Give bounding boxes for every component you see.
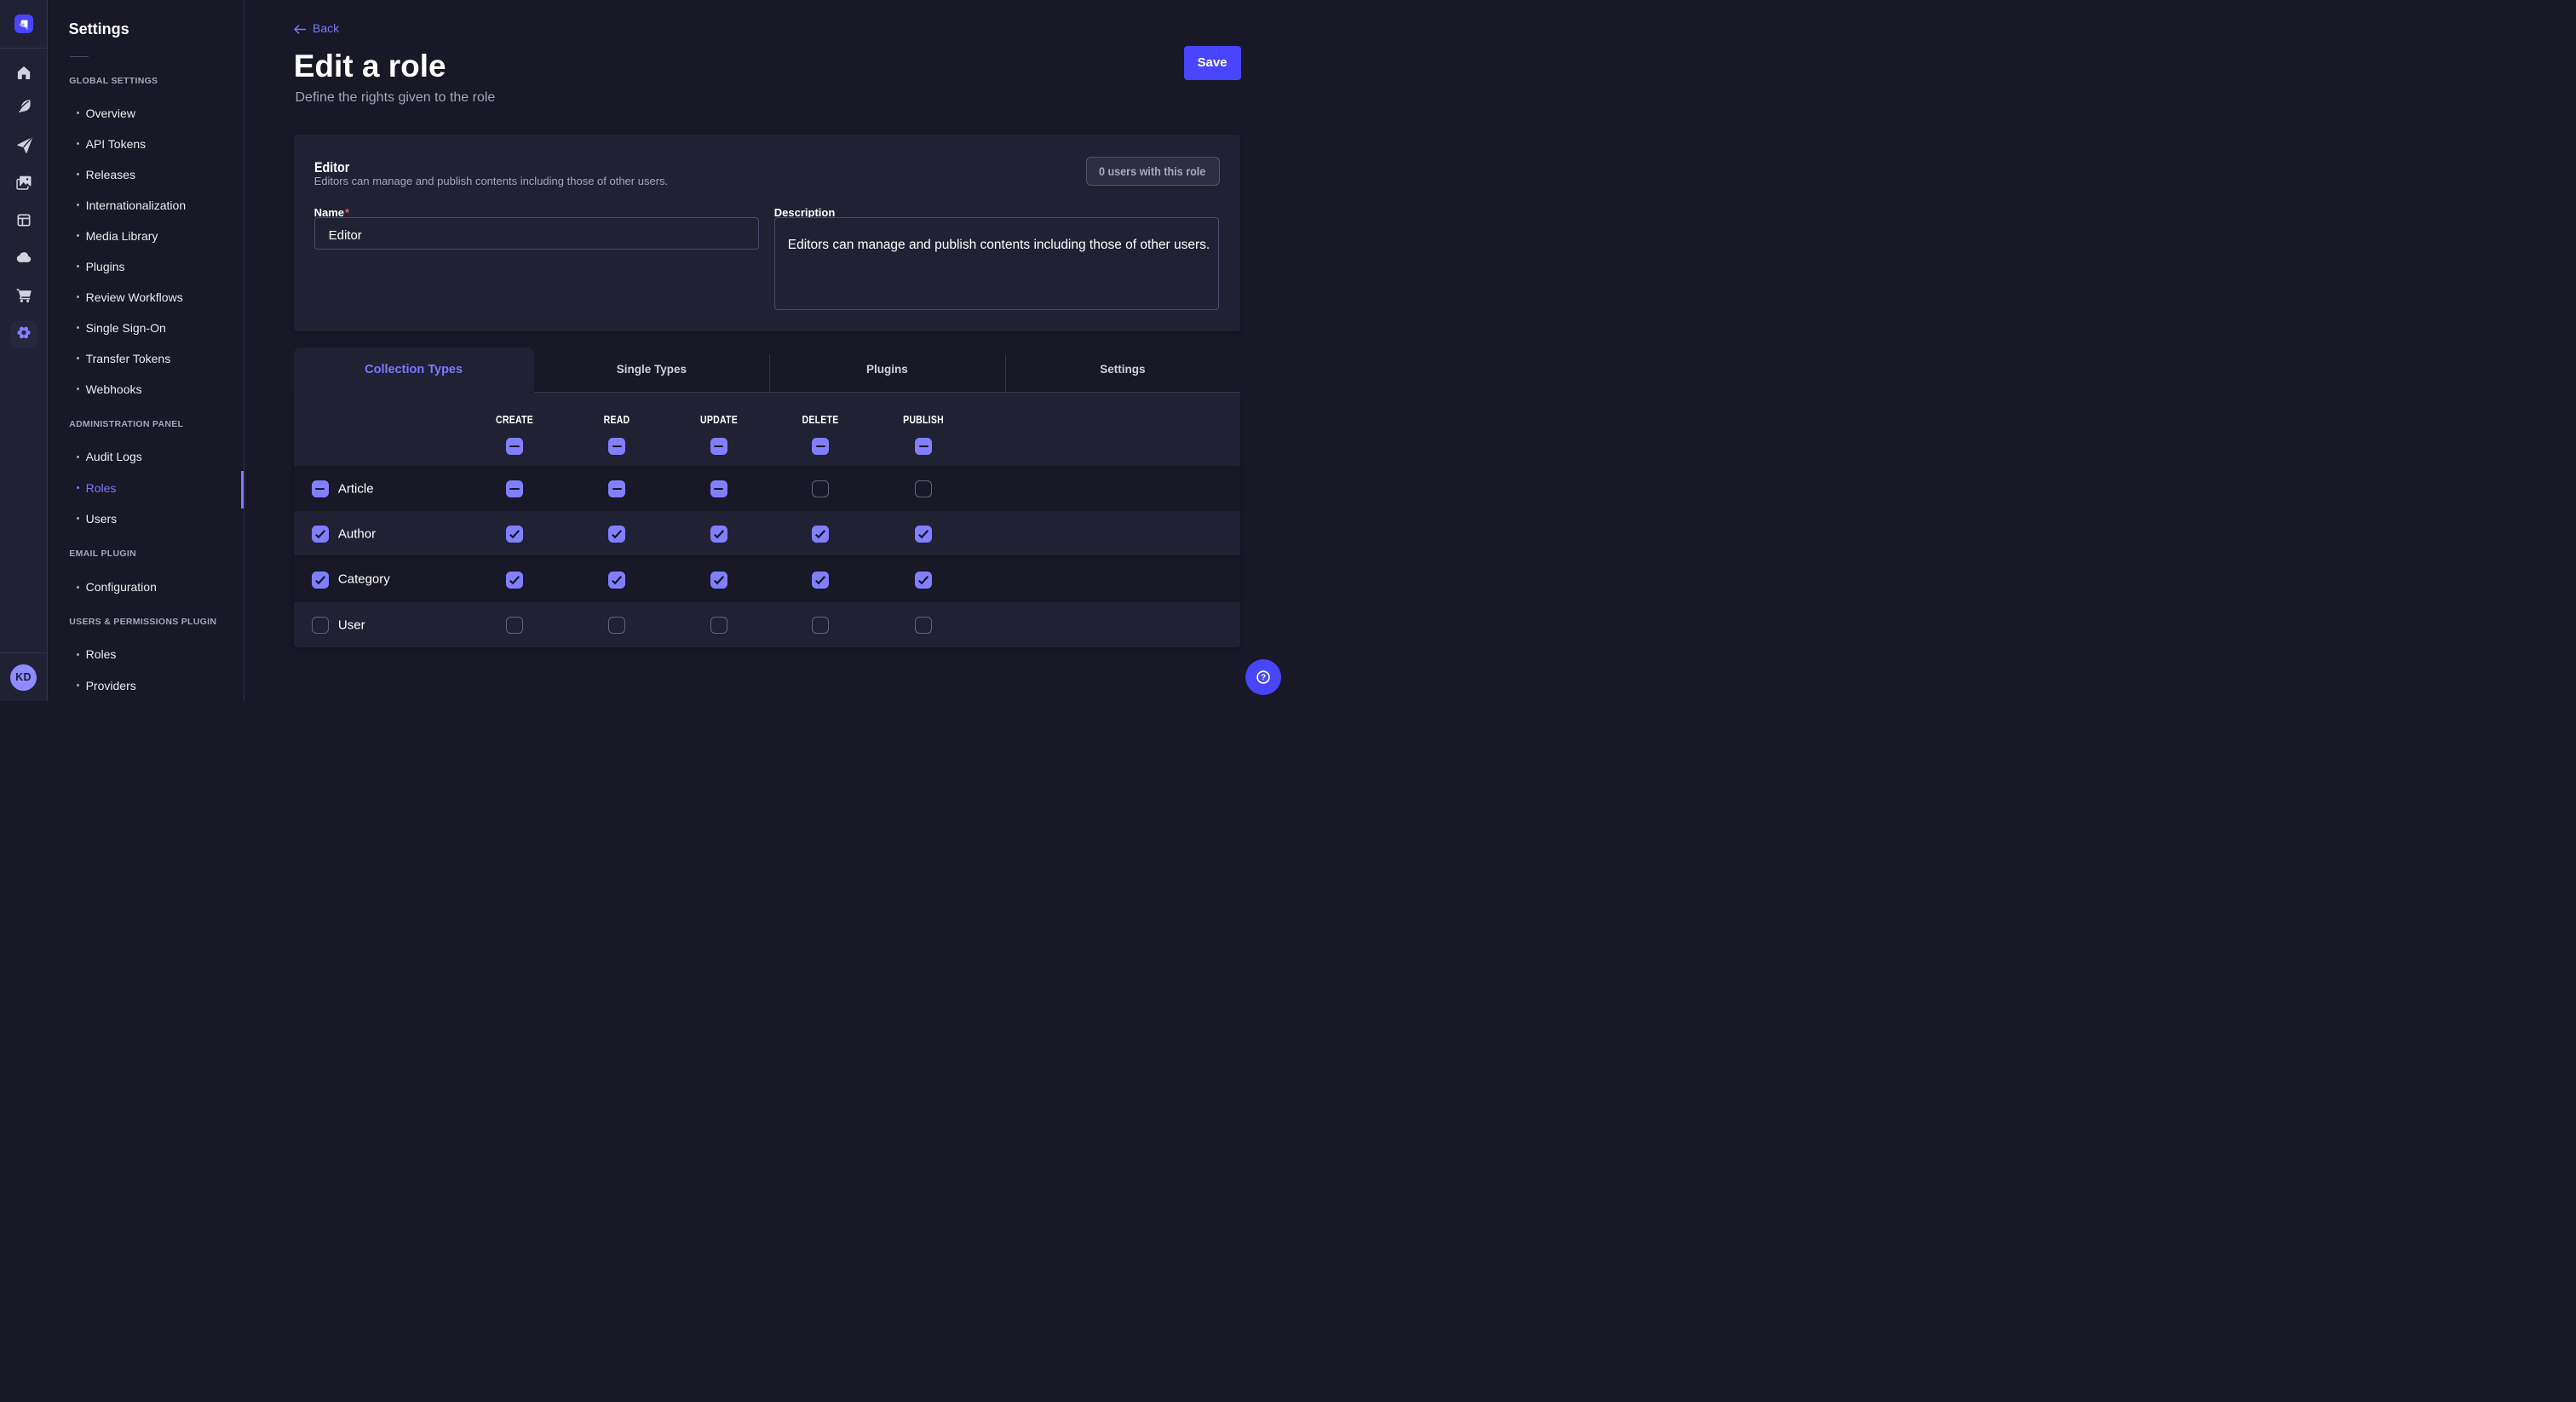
svg-text:?: ?: [1261, 674, 1266, 683]
